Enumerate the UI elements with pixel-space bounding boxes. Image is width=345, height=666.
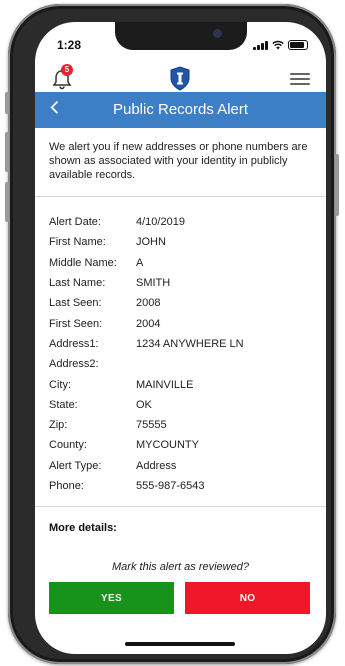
detail-label: Middle Name: (49, 256, 117, 269)
detail-label: County: (49, 439, 87, 452)
detail-row: Alert Type: Address (49, 456, 319, 476)
detail-value: A (136, 256, 144, 269)
page-title: Public Records Alert (112, 101, 249, 118)
detail-value: OK (136, 398, 152, 411)
volume-down-button (5, 182, 9, 222)
no-button[interactable]: NO (185, 582, 310, 614)
detail-label: Address1: (49, 337, 99, 350)
detail-value: SMITH (136, 277, 171, 290)
detail-row: State: OK (49, 395, 319, 415)
detail-label: Zip: (49, 419, 68, 432)
detail-value: MYCOUNTY (136, 439, 199, 452)
detail-row: Address2: (49, 354, 319, 374)
signal-icon (253, 40, 268, 50)
yes-button[interactable]: YES (49, 582, 174, 614)
wifi-icon (272, 40, 284, 50)
more-details-label[interactable]: More details: (49, 522, 117, 534)
detail-label: Alert Type: (49, 459, 102, 472)
battery-icon (288, 40, 308, 50)
detail-row: City: MAINVILLE (49, 374, 319, 394)
detail-label: First Name: (49, 236, 106, 249)
camera (213, 29, 222, 38)
detail-value: JOHN (136, 236, 166, 249)
detail-value: MAINVILLE (136, 378, 194, 391)
detail-row: County: MYCOUNTY (49, 435, 319, 455)
detail-value: 2004 (136, 317, 161, 330)
detail-label: Phone: (49, 480, 84, 492)
divider (35, 196, 326, 197)
status-icons (253, 40, 308, 50)
intro-text: We alert you if new addresses or phone n… (49, 141, 308, 181)
detail-label: Last Name: (49, 277, 106, 290)
detail-row: Address1: 1234 ANYWHERE LN (49, 334, 319, 354)
notification-badge: 5 (61, 64, 73, 76)
detail-label: First Seen: (49, 317, 103, 330)
detail-label: Alert Date: (49, 216, 101, 229)
detail-label: Last Seen: (49, 297, 102, 310)
status-time: 1:28 (57, 38, 82, 52)
status-bar: 1:28 (35, 38, 326, 58)
detail-value: 555-987-6543 (136, 480, 205, 492)
divider (35, 506, 326, 507)
detail-row: Last Name: SMITH (49, 273, 319, 293)
shield-logo-icon[interactable] (169, 66, 191, 91)
phone-screen: 1:28 5 Public Records Alert We alert you… (35, 22, 326, 654)
title-bar: Public Records Alert (35, 92, 326, 128)
detail-label: Address2: (49, 358, 99, 371)
volume-up-button (5, 132, 9, 172)
detail-row: Phone: 555-987-6543 (49, 476, 319, 496)
mute-switch (5, 92, 9, 114)
detail-value: Address (136, 459, 177, 472)
detail-value: 75555 (136, 419, 167, 432)
review-prompt: Mark this alert as reviewed? (112, 561, 249, 573)
phone-frame: 1:28 5 Public Records Alert We alert you… (5, 4, 339, 664)
hamburger-menu-icon[interactable] (290, 73, 310, 85)
detail-value: 2008 (136, 297, 161, 310)
detail-value: 4/10/2019 (136, 216, 185, 229)
detail-row: First Name: JOHN (49, 232, 319, 252)
detail-label: State: (49, 398, 78, 411)
detail-row: Last Seen: 2008 (49, 293, 319, 313)
power-button (335, 154, 339, 216)
app-header: 5 (35, 62, 326, 94)
detail-row: Middle Name: A (49, 253, 319, 273)
detail-row: Alert Date: 4/10/2019 (49, 212, 319, 232)
detail-row: First Seen: 2004 (49, 313, 319, 333)
detail-label: City: (49, 378, 71, 391)
detail-value: 1234 ANYWHERE LN (136, 337, 244, 350)
home-indicator[interactable] (125, 642, 235, 646)
alert-details: Alert Date: 4/10/2019 First Name: JOHN Mid… (49, 212, 319, 496)
detail-row: Zip: 75555 (49, 415, 319, 435)
